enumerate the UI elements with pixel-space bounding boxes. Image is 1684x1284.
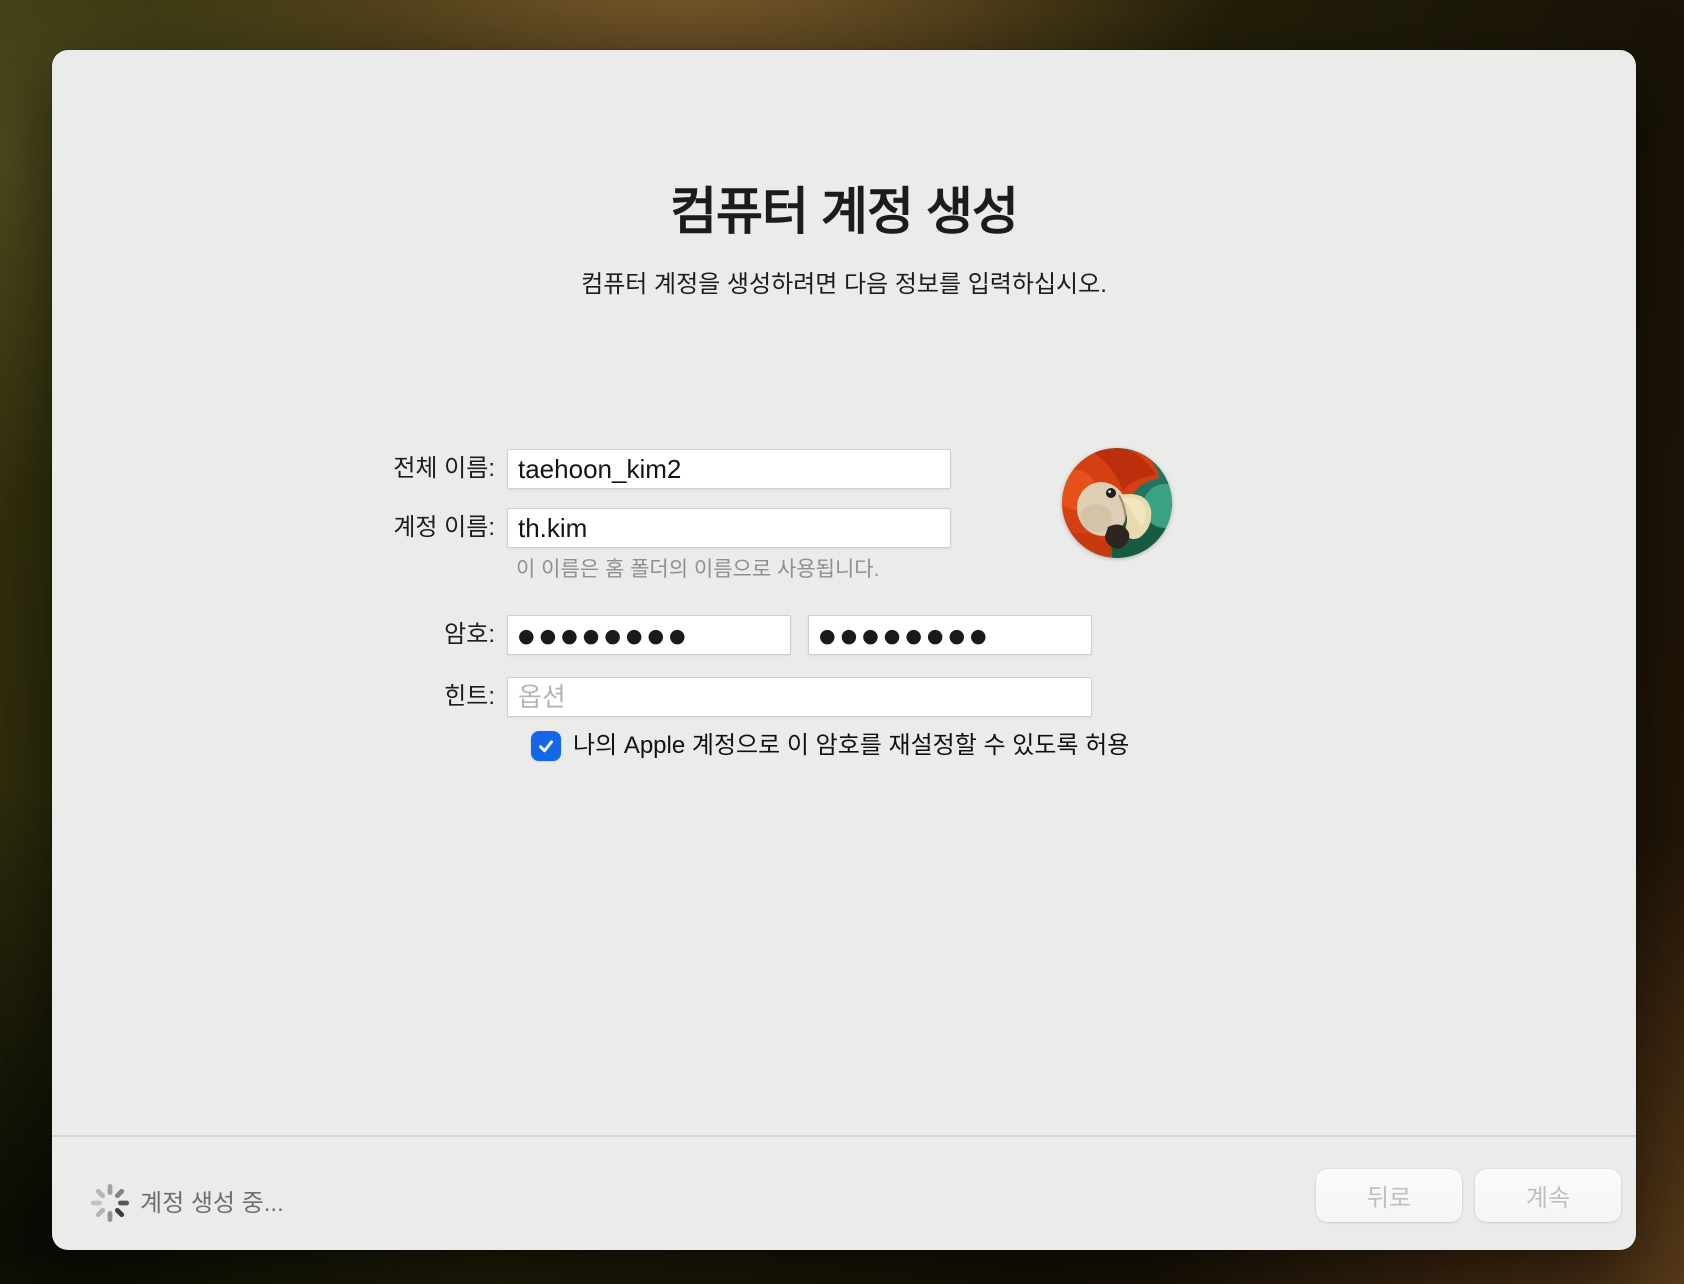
continue-button[interactable]: 계속 — [1475, 1169, 1621, 1222]
status-text: 계정 생성 중... — [140, 1187, 284, 1221]
footer-divider — [52, 1135, 1636, 1137]
allow-apple-id-reset-checkbox[interactable] — [531, 731, 561, 761]
parrot-avatar-image — [1062, 448, 1172, 558]
account-name-label: 계정 이름: — [275, 513, 495, 543]
setup-assistant-window: 컴퓨터 계정 생성 컴퓨터 계정을 생성하려면 다음 정보를 입력하십시오. 전… — [52, 50, 1636, 1250]
page-subtitle: 컴퓨터 계정을 생성하려면 다음 정보를 입력하십시오. — [52, 268, 1636, 302]
password-label: 암호: — [275, 620, 495, 650]
full-name-input[interactable] — [507, 449, 951, 489]
account-name-helper-text: 이 이름은 홈 폴더의 이름으로 사용됩니다. — [516, 557, 879, 583]
page-title: 컴퓨터 계정 생성 — [52, 182, 1636, 242]
password-verify-input[interactable] — [808, 615, 1092, 655]
full-name-label: 전체 이름: — [275, 454, 495, 484]
hint-label: 힌트: — [275, 682, 495, 712]
checkmark-icon — [535, 735, 557, 757]
back-button[interactable]: 뒤로 — [1316, 1169, 1462, 1222]
account-avatar — [1062, 448, 1172, 558]
account-name-input[interactable] — [507, 508, 951, 548]
progress-spinner-icon — [89, 1182, 131, 1224]
password-input[interactable] — [507, 615, 791, 655]
hint-input[interactable] — [507, 677, 1092, 717]
allow-apple-id-reset-label: 나의 Apple 계정으로 이 암호를 재설정할 수 있도록 허용 — [573, 730, 1129, 762]
